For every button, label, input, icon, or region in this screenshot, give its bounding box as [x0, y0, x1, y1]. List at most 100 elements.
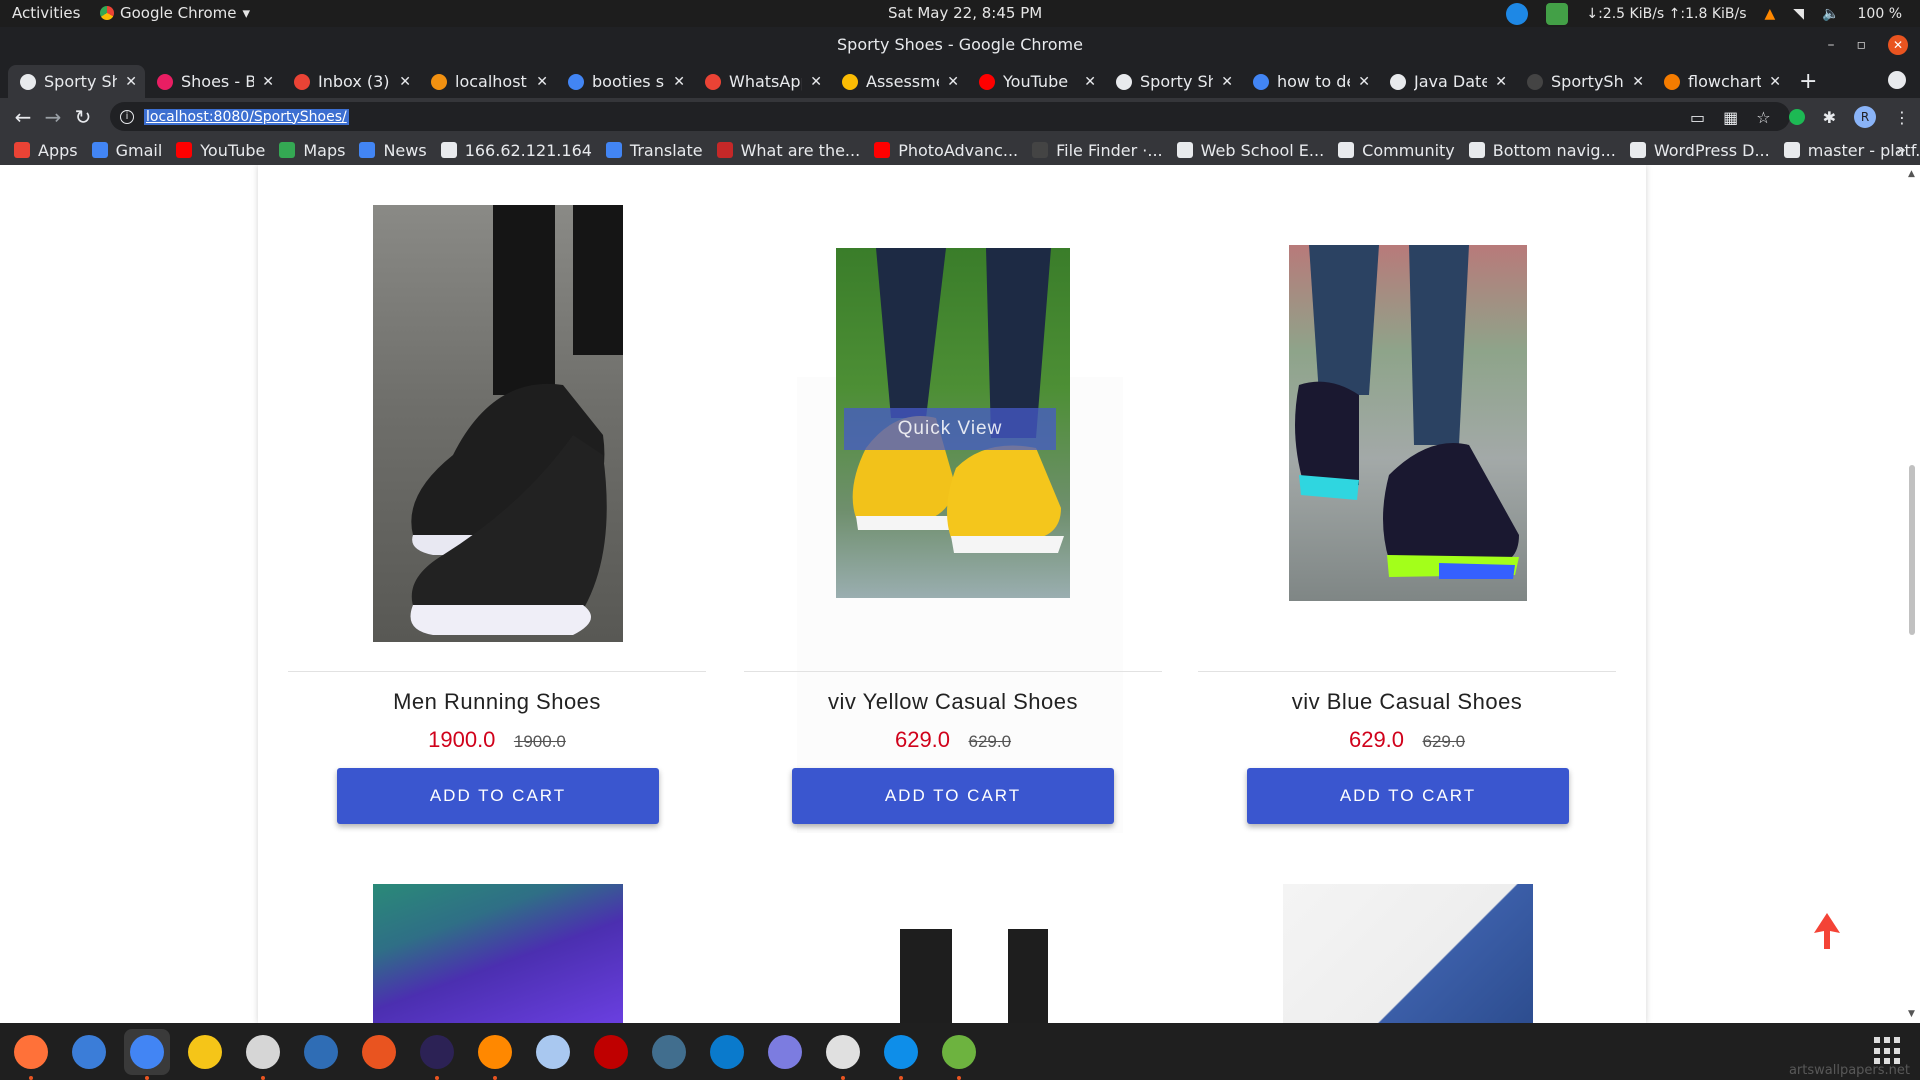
- tab[interactable]: how to de ✕: [1241, 65, 1378, 98]
- more-bookmarks-icon[interactable]: »: [1896, 140, 1906, 159]
- bookmark-item[interactable]: Translate: [605, 141, 703, 160]
- app-menu[interactable]: Google Chrome ▾: [100, 4, 250, 22]
- teamviewer-icon[interactable]: [878, 1029, 924, 1080]
- product-image-viv-blue-casual-shoes[interactable]: [1289, 245, 1527, 601]
- close-window-icon[interactable]: ✕: [1888, 35, 1908, 55]
- files-icon[interactable]: [240, 1029, 286, 1080]
- bookmark-item[interactable]: Gmail: [91, 141, 162, 160]
- gedit-icon[interactable]: [820, 1029, 866, 1080]
- scroll-down-arrow-icon[interactable]: ▼: [1908, 1009, 1915, 1019]
- product-image-partial[interactable]: [1283, 884, 1533, 1023]
- cast-icon[interactable]: ▭: [1690, 108, 1705, 127]
- tab-close-icon[interactable]: ✕: [262, 74, 274, 90]
- bookmark-item[interactable]: Community: [1338, 141, 1455, 160]
- qr-code-icon[interactable]: ▦: [1723, 108, 1738, 127]
- reload-icon[interactable]: ↻: [68, 105, 98, 129]
- tab[interactable]: Assessme ✕: [830, 65, 967, 98]
- scrollbar-thumb[interactable]: [1909, 465, 1915, 635]
- software-center-icon[interactable]: [356, 1029, 402, 1075]
- tab-close-icon[interactable]: ✕: [536, 74, 548, 90]
- tab[interactable]: Java Date ✕: [1378, 65, 1515, 98]
- chrome-icon[interactable]: [124, 1028, 170, 1080]
- tab-close-icon[interactable]: ✕: [673, 74, 685, 90]
- kebab-menu-icon[interactable]: ⋮: [1894, 108, 1910, 127]
- tab-close-icon[interactable]: ✕: [947, 74, 959, 90]
- product-image-men-running-shoes[interactable]: [373, 205, 623, 642]
- new-tab-plus-icon[interactable]: +: [1789, 65, 1827, 98]
- site-info-icon[interactable]: i: [120, 109, 134, 124]
- add-to-cart-button[interactable]: ADD TO CART: [1247, 768, 1569, 824]
- tab-close-icon[interactable]: ✕: [810, 74, 822, 90]
- product-name[interactable]: viv Yellow Casual Shoes: [743, 689, 1163, 715]
- show-applications-icon[interactable]: [1874, 1037, 1902, 1065]
- tab[interactable]: YouTube ✕: [967, 65, 1104, 98]
- quick-view-button[interactable]: Quick View: [844, 408, 1056, 450]
- tab[interactable]: flowchart ✕: [1652, 65, 1789, 98]
- add-to-cart-button[interactable]: ADD TO CART: [337, 768, 659, 824]
- add-to-cart-button[interactable]: ADD TO CART: [792, 768, 1114, 824]
- tab-close-icon[interactable]: ✕: [1221, 74, 1233, 90]
- extension-green-icon[interactable]: [1788, 109, 1805, 125]
- back-arrow-icon[interactable]: ←: [8, 105, 38, 129]
- tab[interactable]: Inbox (3) - ✕: [282, 65, 419, 98]
- tab[interactable]: SportySh ✕: [1515, 65, 1652, 98]
- rhythmbox-icon[interactable]: [182, 1029, 228, 1075]
- eclipse-icon[interactable]: [414, 1029, 460, 1080]
- extensions-puzzle-icon[interactable]: ✱: [1823, 108, 1836, 127]
- bookmark-item[interactable]: Web School E...: [1176, 141, 1324, 160]
- teamviewer-tray-icon[interactable]: [1506, 3, 1529, 25]
- product-name[interactable]: viv Blue Casual Shoes: [1197, 689, 1617, 715]
- bookmark-item[interactable]: What are the...: [716, 141, 860, 160]
- minimize-icon[interactable]: –: [1828, 37, 1835, 53]
- thunderbird-icon[interactable]: [66, 1029, 112, 1075]
- spring-tool-suite-icon[interactable]: [936, 1029, 982, 1080]
- back-to-top-arrow-icon[interactable]: [1812, 913, 1842, 949]
- product-name[interactable]: Men Running Shoes: [287, 689, 707, 715]
- vscode-icon[interactable]: [704, 1029, 750, 1075]
- tab[interactable]: localhost / ✕: [419, 65, 556, 98]
- bookmark-star-icon[interactable]: ☆: [1756, 108, 1770, 127]
- activities-button[interactable]: Activities: [12, 4, 80, 22]
- tab-close-icon[interactable]: ✕: [1632, 74, 1644, 90]
- address-url[interactable]: localhost:8080/SportyShoes/: [144, 108, 349, 125]
- bookmark-item[interactable]: 166.62.121.164: [440, 141, 592, 160]
- address-bar[interactable]: i localhost:8080/SportyShoes/: [110, 102, 1790, 131]
- tab[interactable]: booties sh ✕: [556, 65, 693, 98]
- volume-icon[interactable]: 🔈: [1822, 6, 1839, 22]
- bookmark-item[interactable]: Apps: [14, 141, 78, 160]
- tab-close-icon[interactable]: ✕: [1084, 74, 1096, 90]
- tab[interactable]: Sporty Sh ✕: [8, 65, 145, 98]
- clock[interactable]: Sat May 22, 8:45 PM: [888, 4, 1042, 22]
- firefox-icon[interactable]: [8, 1029, 54, 1080]
- bookmark-item[interactable]: PhotoAdvanc...: [874, 141, 1018, 160]
- text-editor-icon[interactable]: [298, 1029, 344, 1075]
- battery-indicator[interactable]: 100 %: [1858, 6, 1902, 22]
- restore-icon[interactable]: ▫: [1857, 37, 1867, 53]
- bookmark-item[interactable]: News: [359, 141, 427, 160]
- tab-close-icon[interactable]: ✕: [125, 74, 137, 90]
- tab-search-icon[interactable]: [1888, 71, 1906, 89]
- tab[interactable]: Sporty Sh ✕: [1104, 65, 1241, 98]
- profile-avatar[interactable]: R: [1854, 106, 1876, 128]
- bookmark-item[interactable]: YouTube: [176, 141, 265, 160]
- tab[interactable]: WhatsApp ✕: [693, 65, 830, 98]
- wifi-icon[interactable]: ◥: [1793, 6, 1804, 22]
- filezilla-icon[interactable]: [588, 1029, 634, 1075]
- bookmark-item[interactable]: File Finder ·...: [1032, 141, 1163, 160]
- bookmark-item[interactable]: Maps: [279, 141, 345, 160]
- tab[interactable]: Shoes - Bu ✕: [145, 65, 282, 98]
- page-scrollbar[interactable]: ▲ ▼: [1904, 165, 1920, 1023]
- scroll-up-arrow-icon[interactable]: ▲: [1908, 169, 1915, 179]
- product-image-partial[interactable]: [840, 884, 1074, 1023]
- checkmark-tray-icon[interactable]: [1546, 3, 1569, 25]
- forward-arrow-icon[interactable]: →: [38, 105, 68, 129]
- bookmark-item[interactable]: Bottom navig...: [1468, 141, 1616, 160]
- screenshot-icon[interactable]: [762, 1029, 808, 1075]
- virtualbox-icon[interactable]: [530, 1029, 576, 1075]
- tab-close-icon[interactable]: ✕: [1358, 74, 1370, 90]
- bookmark-item[interactable]: WordPress D...: [1629, 141, 1770, 160]
- tab-close-icon[interactable]: ✕: [1495, 74, 1507, 90]
- tab-close-icon[interactable]: ✕: [1769, 74, 1781, 90]
- vlc-icon[interactable]: [472, 1029, 518, 1080]
- product-image-partial[interactable]: [373, 884, 623, 1023]
